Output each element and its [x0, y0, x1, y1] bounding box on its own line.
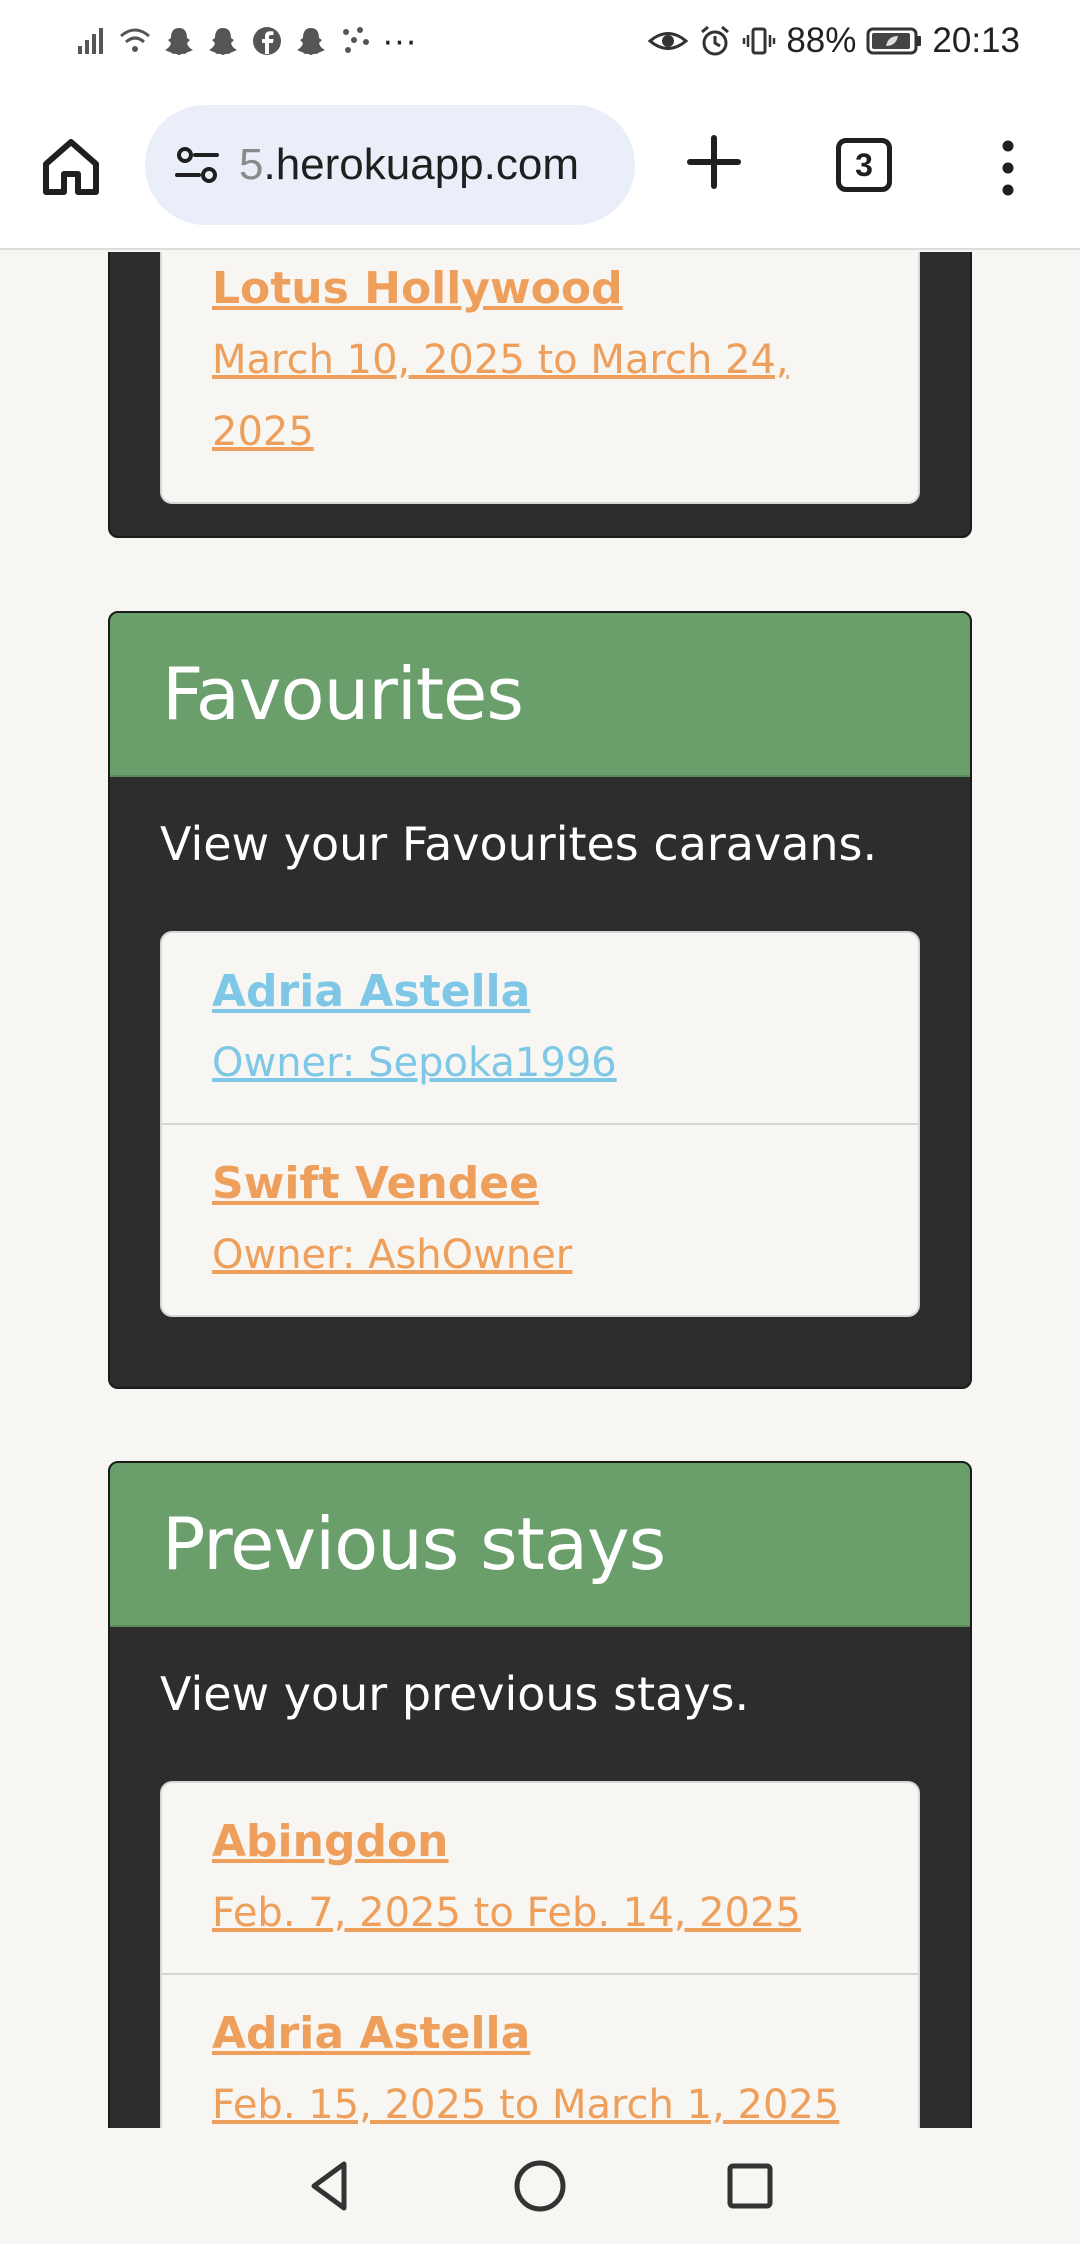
previous-stays-body: View your previous stays. Abingdon Feb. … — [110, 1627, 970, 2128]
vibrate-icon — [743, 27, 776, 55]
owner-link[interactable]: Owner: AshOwner — [212, 1219, 868, 1291]
system-nav-bar — [0, 2128, 1080, 2244]
snapchat-icon — [165, 28, 193, 55]
previous-stays-list: Abingdon Feb. 7, 2025 to Feb. 14, 2025 A… — [160, 1781, 920, 2128]
more-menu-icon[interactable] — [994, 138, 1022, 198]
favourites-card: Favourites View your Favourites caravans… — [108, 611, 972, 1389]
home-nav-icon[interactable] — [510, 2156, 570, 2216]
list-item[interactable]: Lotus Hollywood March 10, 2025 to March … — [162, 254, 918, 492]
url-prefix: 5 — [239, 140, 264, 189]
facebook-icon — [253, 27, 281, 55]
stay-dates-link[interactable]: Feb. 7, 2025 to Feb. 14, 2025 — [212, 1877, 868, 1949]
favourites-header: Favourites — [110, 613, 970, 777]
url-text[interactable]: 5.herokuapp.com — [239, 140, 579, 190]
caravan-link[interactable]: Adria Astella — [212, 1999, 868, 2069]
clock: 20:13 — [932, 21, 1020, 60]
caravan-link[interactable]: Adria Astella — [212, 957, 868, 1027]
favourites-list: Adria Astella Owner: Sepoka1996 Swift Ve… — [160, 931, 920, 1317]
caravan-link[interactable]: Abingdon — [212, 1807, 868, 1877]
caravan-link[interactable]: Lotus Hollywood — [212, 254, 868, 324]
status-right-icons: 88% 20:13 — [648, 21, 1020, 61]
favourites-title: Favourites — [162, 652, 524, 736]
previous-stays-header: Previous stays — [110, 1463, 970, 1627]
signal-icon — [78, 28, 103, 54]
booking-dates-link[interactable]: March 10, 2025 to March 24, 2025 — [212, 324, 868, 468]
browser-toolbar: 5.herokuapp.com 3 — [0, 82, 1080, 250]
previous-stays-title: Previous stays — [162, 1502, 666, 1586]
home-icon[interactable] — [36, 132, 106, 202]
eye-icon — [648, 32, 689, 50]
back-icon[interactable] — [300, 2156, 360, 2216]
tab-switcher-button[interactable]: 3 — [836, 138, 892, 192]
url-domain: .herokuapp.com — [263, 140, 580, 189]
battery-percent: 88% — [786, 21, 857, 60]
dots-app-icon — [343, 27, 369, 53]
list-item[interactable]: Adria Astella Feb. 15, 2025 to March 1, … — [162, 1975, 918, 2128]
snapchat-icon — [209, 28, 237, 55]
list-item[interactable]: Abingdon Feb. 7, 2025 to Feb. 14, 2025 — [162, 1783, 918, 1975]
snapchat-icon — [297, 28, 325, 55]
recents-icon[interactable] — [720, 2156, 780, 2216]
battery-icon — [866, 27, 922, 55]
favourites-body: View your Favourites caravans. Adria Ast… — [110, 777, 970, 1367]
wifi-icon — [120, 28, 150, 52]
list-item[interactable]: Swift Vendee Owner: AshOwner — [162, 1125, 918, 1315]
caravan-link[interactable]: Swift Vendee — [212, 1149, 868, 1219]
new-tab-icon[interactable] — [684, 132, 744, 192]
page-content: Lotus Hollywood March 10, 2025 to March … — [0, 252, 1080, 2128]
favourites-description: View your Favourites caravans. — [160, 817, 878, 871]
list-item[interactable]: Adria Astella Owner: Sepoka1996 — [162, 933, 918, 1125]
previous-stays-card: Previous stays View your previous stays.… — [108, 1461, 972, 2128]
alarm-icon — [701, 25, 730, 56]
site-settings-icon[interactable] — [171, 139, 223, 191]
status-left-icons: ··· — [74, 21, 417, 61]
owner-link[interactable]: Owner: Sepoka1996 — [212, 1027, 868, 1099]
status-bar: ··· 88% 20:13 — [0, 0, 1080, 82]
previous-stays-description: View your previous stays. — [160, 1667, 750, 1721]
bookings-list: Lotus Hollywood March 10, 2025 to March … — [160, 252, 920, 504]
more-notifications: ··· — [382, 21, 417, 60]
stay-dates-link[interactable]: Feb. 15, 2025 to March 1, 2025 — [212, 2069, 868, 2128]
address-bar[interactable]: 5.herokuapp.com — [145, 105, 635, 225]
bookings-card: Lotus Hollywood March 10, 2025 to March … — [108, 252, 972, 538]
